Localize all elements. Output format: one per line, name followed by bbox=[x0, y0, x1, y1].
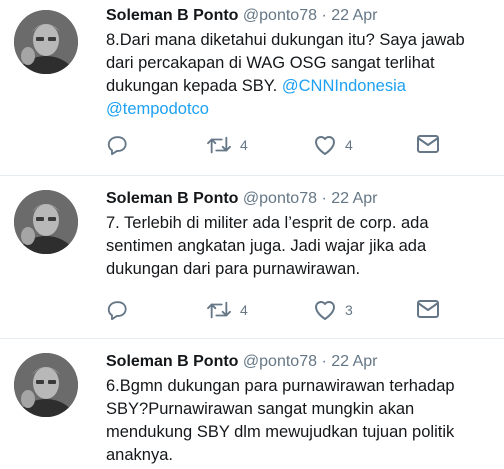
mention-link[interactable]: @CNNIndonesia bbox=[282, 77, 406, 95]
tweet-content: Soleman B Ponto @ponto78 · 22 Apr 8.Dari… bbox=[106, 6, 494, 121]
reply-icon bbox=[107, 136, 127, 156]
envelope-icon bbox=[417, 135, 439, 153]
envelope-icon bbox=[417, 300, 439, 318]
like-button[interactable]: 3 bbox=[313, 299, 353, 321]
heart-icon bbox=[315, 301, 335, 320]
tweet-header: Soleman B Ponto @ponto78 · 22 Apr bbox=[106, 189, 494, 209]
tweet[interactable]: Soleman B Ponto @ponto78 · 22 Apr 8.Dari… bbox=[0, 0, 504, 176]
author-handle[interactable]: @ponto78 bbox=[243, 190, 317, 207]
retweet-icon bbox=[207, 136, 231, 154]
author-name[interactable]: Soleman B Ponto bbox=[106, 353, 238, 370]
tweet-actions: 4 4 bbox=[106, 134, 504, 156]
reply-icon bbox=[107, 301, 127, 321]
tweet[interactable]: Soleman B Ponto @ponto78 · 22 Apr 6.Bgmn… bbox=[0, 339, 504, 469]
direct-message-button[interactable] bbox=[416, 299, 440, 319]
author-handle[interactable]: @ponto78 bbox=[243, 353, 317, 370]
avatar[interactable] bbox=[14, 10, 78, 74]
author-name[interactable]: Soleman B Ponto bbox=[106, 7, 238, 24]
tweet-text-line: 8.Dari mana diketahui dukungan itu? Saya… bbox=[106, 31, 465, 49]
tweet-date[interactable]: 22 Apr bbox=[331, 353, 377, 370]
avatar[interactable] bbox=[14, 190, 78, 254]
heart-icon bbox=[315, 136, 335, 155]
tweet-content: Soleman B Ponto @ponto78 · 22 Apr 6.Bgmn… bbox=[106, 352, 494, 467]
author-name[interactable]: Soleman B Ponto bbox=[106, 190, 238, 207]
direct-message-button[interactable] bbox=[416, 134, 440, 154]
like-button[interactable]: 4 bbox=[313, 134, 353, 156]
tweet-date[interactable]: 22 Apr bbox=[331, 190, 377, 207]
tweet-text-line: dukungan dari para purnawirawan. bbox=[106, 260, 361, 278]
tweet-actions: 4 3 bbox=[106, 299, 504, 321]
tweet-header: Soleman B Ponto @ponto78 · 22 Apr bbox=[106, 6, 494, 26]
tweet-header: Soleman B Ponto @ponto78 · 22 Apr bbox=[106, 352, 494, 372]
author-handle[interactable]: @ponto78 bbox=[243, 7, 317, 24]
tweet-text-line: mendukung SBY dlm mewujudkan tujuan poli… bbox=[106, 423, 455, 441]
tweet[interactable]: Soleman B Ponto @ponto78 · 22 Apr 7. Ter… bbox=[0, 176, 504, 339]
tweet-text-line: @tempodotco bbox=[106, 98, 494, 121]
retweet-button[interactable]: 4 bbox=[206, 134, 248, 156]
tweet-text: 8.Dari mana diketahui dukungan itu? Saya… bbox=[106, 29, 494, 121]
tweet-text-line: SBY?Purnawirawan sangat mungkin akan bbox=[106, 400, 415, 418]
tweet-text-line: dari percakapan di WAG OSG sangat terlih… bbox=[106, 54, 435, 72]
separator-dot: · bbox=[321, 7, 327, 24]
retweet-button[interactable]: 4 bbox=[206, 299, 248, 321]
retweet-count: 4 bbox=[240, 302, 248, 318]
retweet-count: 4 bbox=[240, 137, 248, 153]
like-count: 3 bbox=[345, 302, 353, 318]
tweet-text-line: dukungan kepada SBY. @CNNIndonesia bbox=[106, 75, 494, 98]
tweet-text: 7. Terlebih di militer ada l’esprit de c… bbox=[106, 212, 494, 281]
tweet-text-line: 6.Bgmn dukungan para purnawirawan terhad… bbox=[106, 377, 455, 395]
reply-button[interactable] bbox=[106, 299, 128, 321]
tweet-text-line: sentimen angkatan juga. Jadi wajar jika … bbox=[106, 237, 427, 255]
mention-link[interactable]: @tempodotco bbox=[106, 100, 209, 118]
retweet-icon bbox=[207, 301, 231, 319]
separator-dot: · bbox=[321, 190, 327, 207]
reply-button[interactable] bbox=[106, 134, 128, 156]
tweet-text-line: anaknya. bbox=[106, 446, 173, 464]
tweet-content: Soleman B Ponto @ponto78 · 22 Apr 7. Ter… bbox=[106, 189, 494, 281]
avatar[interactable] bbox=[14, 353, 78, 417]
like-count: 4 bbox=[345, 137, 353, 153]
tweet-text-fragment: dukungan kepada SBY. bbox=[106, 77, 282, 95]
tweet-text: 6.Bgmn dukungan para purnawirawan terhad… bbox=[106, 375, 494, 467]
tweet-date[interactable]: 22 Apr bbox=[331, 7, 377, 24]
tweet-text-line: 7. Terlebih di militer ada l’esprit de c… bbox=[106, 214, 429, 232]
separator-dot: · bbox=[321, 353, 327, 370]
